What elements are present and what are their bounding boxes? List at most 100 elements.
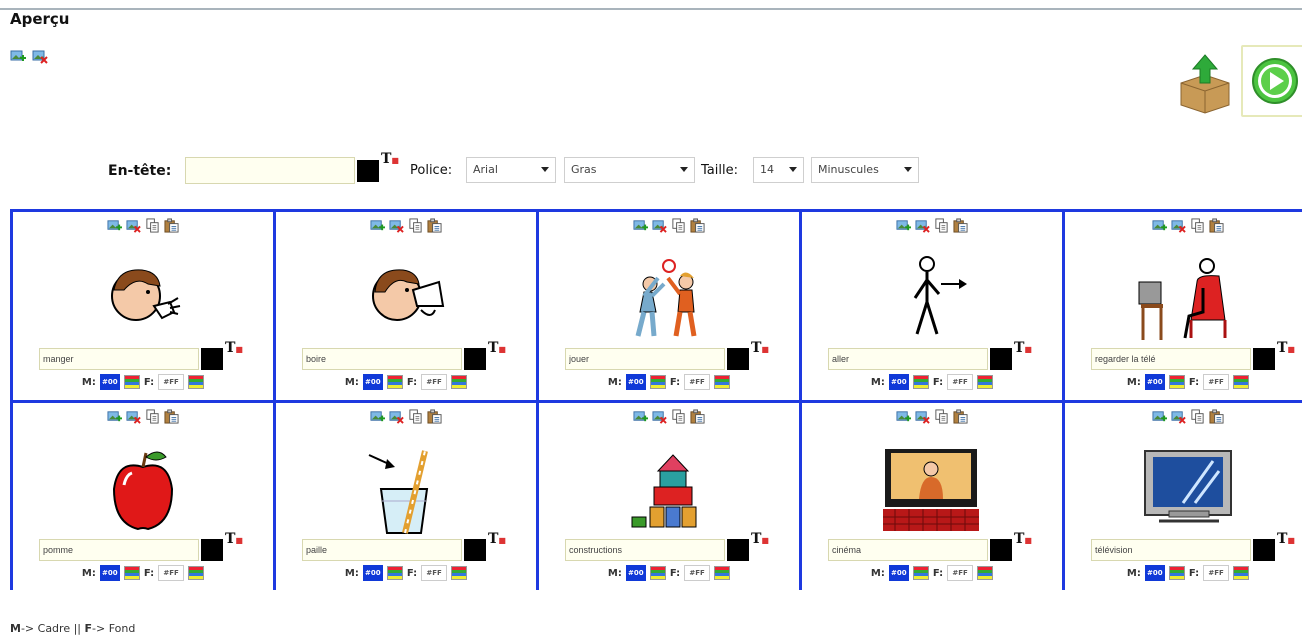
add-image-icon[interactable] [1152,409,1167,424]
cell-text-color-swatch[interactable] [1253,348,1275,370]
frame-palette-icon[interactable] [649,375,666,389]
paste-icon[interactable] [164,218,179,233]
background-palette-icon[interactable] [977,375,994,389]
cell-text-color-swatch[interactable] [727,539,749,561]
frame-palette-icon[interactable] [1168,375,1185,389]
cell-text-color-swatch[interactable] [990,539,1012,561]
cell-label-input[interactable] [565,539,725,561]
background-color-swatch[interactable]: #FF [421,374,448,390]
frame-color-swatch[interactable]: #00 [625,374,646,390]
background-color-swatch[interactable]: #FF [947,565,974,581]
copy-icon[interactable] [408,218,423,233]
copy-icon[interactable] [934,218,949,233]
text-style-icon[interactable]: T■ [1014,340,1032,356]
frame-color-swatch[interactable]: #00 [99,374,120,390]
paste-icon[interactable] [953,409,968,424]
cell-label-input[interactable] [828,348,988,370]
remove-image-icon[interactable] [1171,409,1186,424]
text-style-icon[interactable]: T■ [488,531,506,547]
text-style-icon[interactable]: T■ [381,151,399,167]
font-size-select[interactable]: 14 [753,157,804,183]
paste-icon[interactable] [164,409,179,424]
frame-palette-icon[interactable] [649,566,666,580]
add-image-icon[interactable] [107,218,122,233]
paste-icon[interactable] [1209,409,1224,424]
background-palette-icon[interactable] [977,566,994,580]
remove-image-icon[interactable] [389,409,404,424]
copy-icon[interactable] [1190,409,1205,424]
background-color-swatch[interactable]: #FF [158,374,185,390]
background-palette-icon[interactable] [714,566,731,580]
copy-icon[interactable] [408,409,423,424]
frame-color-swatch[interactable]: #00 [362,374,383,390]
play-button[interactable] [1241,45,1302,117]
copy-icon[interactable] [145,409,160,424]
paste-icon[interactable] [427,218,442,233]
frame-palette-icon[interactable] [123,375,140,389]
background-color-swatch[interactable]: #FF [1203,374,1230,390]
text-style-icon[interactable]: T■ [488,340,506,356]
remove-image-icon[interactable] [1171,218,1186,233]
text-style-icon[interactable]: T■ [1014,531,1032,547]
header-input[interactable] [185,157,355,184]
frame-color-swatch[interactable]: #00 [625,565,646,581]
copy-icon[interactable] [671,218,686,233]
cell-text-color-swatch[interactable] [464,348,486,370]
background-palette-icon[interactable] [1233,566,1250,580]
text-style-icon[interactable]: T■ [751,531,769,547]
cell-label-input[interactable] [828,539,988,561]
background-color-swatch[interactable]: #FF [947,374,974,390]
frame-color-swatch[interactable]: #00 [99,565,120,581]
paste-icon[interactable] [953,218,968,233]
header-color-swatch[interactable] [357,160,379,182]
frame-palette-icon[interactable] [123,566,140,580]
copy-icon[interactable] [671,409,686,424]
text-style-icon[interactable]: T■ [225,340,243,356]
frame-color-swatch[interactable]: #00 [1144,374,1165,390]
background-palette-icon[interactable] [451,375,468,389]
frame-palette-icon[interactable] [386,566,403,580]
frame-palette-icon[interactable] [912,566,929,580]
cell-label-input[interactable] [302,539,462,561]
frame-color-swatch[interactable]: #00 [888,565,909,581]
cell-label-input[interactable] [1091,348,1251,370]
frame-palette-icon[interactable] [1168,566,1185,580]
background-color-swatch[interactable]: #FF [158,565,185,581]
background-color-swatch[interactable]: #FF [684,374,711,390]
remove-image-icon[interactable] [652,218,667,233]
cell-text-color-swatch[interactable] [1253,539,1275,561]
cell-label-input[interactable] [565,348,725,370]
frame-palette-icon[interactable] [912,375,929,389]
cell-text-color-swatch[interactable] [727,348,749,370]
remove-image-icon[interactable] [126,409,141,424]
add-image-icon[interactable] [107,409,122,424]
cell-label-input[interactable] [1091,539,1251,561]
cell-text-color-swatch[interactable] [201,348,223,370]
add-image-icon[interactable] [370,409,385,424]
add-image-icon[interactable] [10,48,26,64]
copy-icon[interactable] [145,218,160,233]
background-color-swatch[interactable]: #FF [421,565,448,581]
add-image-icon[interactable] [896,218,911,233]
background-palette-icon[interactable] [188,566,205,580]
export-box-icon[interactable] [1175,53,1235,115]
background-color-swatch[interactable]: #FF [684,565,711,581]
font-select[interactable]: Arial [466,157,556,183]
background-palette-icon[interactable] [188,375,205,389]
font-style-select[interactable]: Gras [564,157,695,183]
cell-label-input[interactable] [39,348,199,370]
background-color-swatch[interactable]: #FF [1203,565,1230,581]
cell-text-color-swatch[interactable] [464,539,486,561]
text-style-icon[interactable]: T■ [225,531,243,547]
add-image-icon[interactable] [633,409,648,424]
remove-image-icon[interactable] [652,409,667,424]
paste-icon[interactable] [1209,218,1224,233]
remove-image-icon[interactable] [915,409,930,424]
background-palette-icon[interactable] [451,566,468,580]
background-palette-icon[interactable] [1233,375,1250,389]
paste-icon[interactable] [427,409,442,424]
cell-text-color-swatch[interactable] [990,348,1012,370]
text-case-select[interactable]: Minuscules [811,157,919,183]
frame-color-swatch[interactable]: #00 [888,374,909,390]
remove-image-icon[interactable] [915,218,930,233]
